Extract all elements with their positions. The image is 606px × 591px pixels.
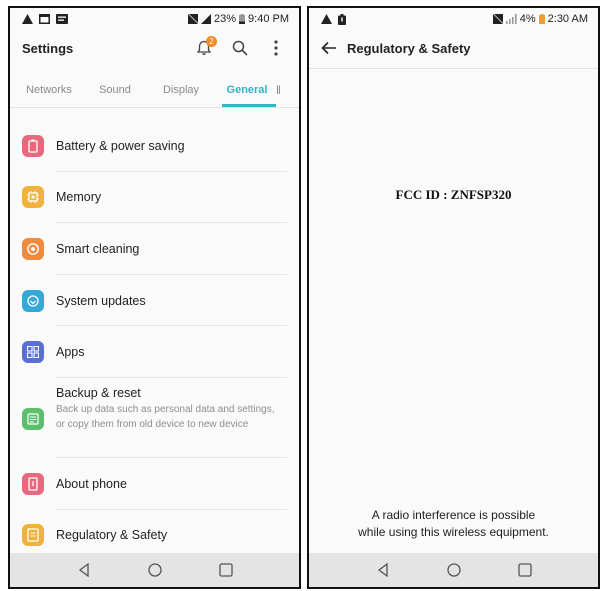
message-icon <box>56 14 68 24</box>
tab-display[interactable]: Display <box>148 73 214 107</box>
item-label: Battery & power saving <box>56 138 185 153</box>
search-button[interactable] <box>229 37 251 59</box>
battery-alert-icon <box>338 13 346 25</box>
navigation-bar <box>10 553 299 587</box>
item-label: Regulatory & Safety <box>56 528 168 543</box>
settings-item-battery[interactable]: Battery & power saving <box>10 120 299 172</box>
regulatory-icon <box>22 524 44 547</box>
item-label: Backup & reset <box>56 385 141 400</box>
settings-item-about-phone[interactable]: About phone <box>10 458 299 510</box>
recents-nav-icon[interactable] <box>218 563 233 577</box>
settings-item-memory[interactable]: Memory <box>10 172 299 224</box>
tab-networks[interactable]: Networks <box>16 73 82 107</box>
item-label: Smart cleaning <box>56 241 140 256</box>
nfc-icon <box>492 14 503 24</box>
regulatory-screen: 4% 2:30 AM Regulatory & Safety FCC ID : … <box>307 6 600 589</box>
signal-icon <box>201 14 211 24</box>
battery-icon <box>22 134 44 157</box>
more-options-button[interactable] <box>265 37 287 59</box>
tab-sound[interactable]: Sound <box>82 73 148 107</box>
settings-screen: 23% 9:40 PM Settings 2 Networks Sound Di… <box>8 6 301 589</box>
notification-button[interactable]: 2 <box>193 36 217 59</box>
navigation-bar <box>309 553 598 587</box>
search-icon <box>232 40 248 56</box>
page-title: Regulatory & Safety <box>347 40 471 56</box>
item-label: Apps <box>56 345 85 360</box>
battery-percent: 4% <box>519 13 536 25</box>
notice-line-1: A radio interference is possible <box>371 508 536 522</box>
item-label: System updates <box>56 293 146 308</box>
nfc-icon <box>188 14 198 24</box>
home-nav-icon[interactable] <box>147 563 162 577</box>
clock: 9:40 PM <box>248 13 289 25</box>
status-bar: 4% 2:30 AM <box>309 8 598 30</box>
home-nav-icon[interactable] <box>446 563 461 577</box>
apps-grid-icon <box>22 341 44 364</box>
back-nav-icon[interactable] <box>376 563 390 577</box>
tab-general[interactable]: General <box>214 73 280 107</box>
memory-chip-icon <box>22 186 44 209</box>
recents-nav-icon[interactable] <box>517 563 532 577</box>
page-title: Settings <box>22 40 74 56</box>
item-label: Memory <box>56 190 102 205</box>
regulatory-content: FCC ID : ZNFSP320 A radio interference i… <box>309 68 598 553</box>
interference-notice: A radio interference is possible while u… <box>309 507 598 541</box>
image-icon <box>39 14 50 24</box>
smart-cleaning-icon <box>22 237 44 260</box>
item-label: About phone <box>56 476 127 491</box>
fcc-id: FCC ID : ZNFSP320 <box>395 187 512 202</box>
status-bar: 23% 9:40 PM <box>10 8 299 30</box>
backup-icon <box>22 407 44 430</box>
notification-badge: 2 <box>206 36 217 47</box>
back-nav-icon[interactable] <box>77 563 91 577</box>
back-arrow-icon[interactable] <box>321 41 337 55</box>
warning-icon <box>321 14 332 24</box>
battery-percent: 23% <box>214 13 237 25</box>
about-phone-icon <box>22 472 44 495</box>
settings-item-system-updates[interactable]: System updates <box>10 275 299 327</box>
settings-item-smart-cleaning[interactable]: Smart cleaning <box>10 223 299 275</box>
signal-icon <box>505 14 517 24</box>
item-sublabel: Back up data such as personal data and s… <box>56 403 275 430</box>
settings-tabs: Networks Sound Display General ‖ <box>10 72 299 108</box>
clock: 2:30 AM <box>547 13 588 25</box>
notice-line-2: while using this wireless equipment. <box>358 525 549 539</box>
battery-icon <box>239 14 246 24</box>
system-update-icon <box>22 289 44 312</box>
settings-item-apps[interactable]: Apps <box>10 326 299 378</box>
app-bar: Settings 2 <box>10 30 299 66</box>
battery-icon <box>538 14 545 24</box>
app-bar: Regulatory & Safety <box>309 30 598 66</box>
settings-item-backup-reset[interactable]: Backup & reset Back up data such as pers… <box>10 378 299 458</box>
more-vertical-icon <box>274 40 278 56</box>
settings-list: Battery & power saving Memory Smart clea… <box>10 120 299 561</box>
warning-icon <box>22 14 33 24</box>
